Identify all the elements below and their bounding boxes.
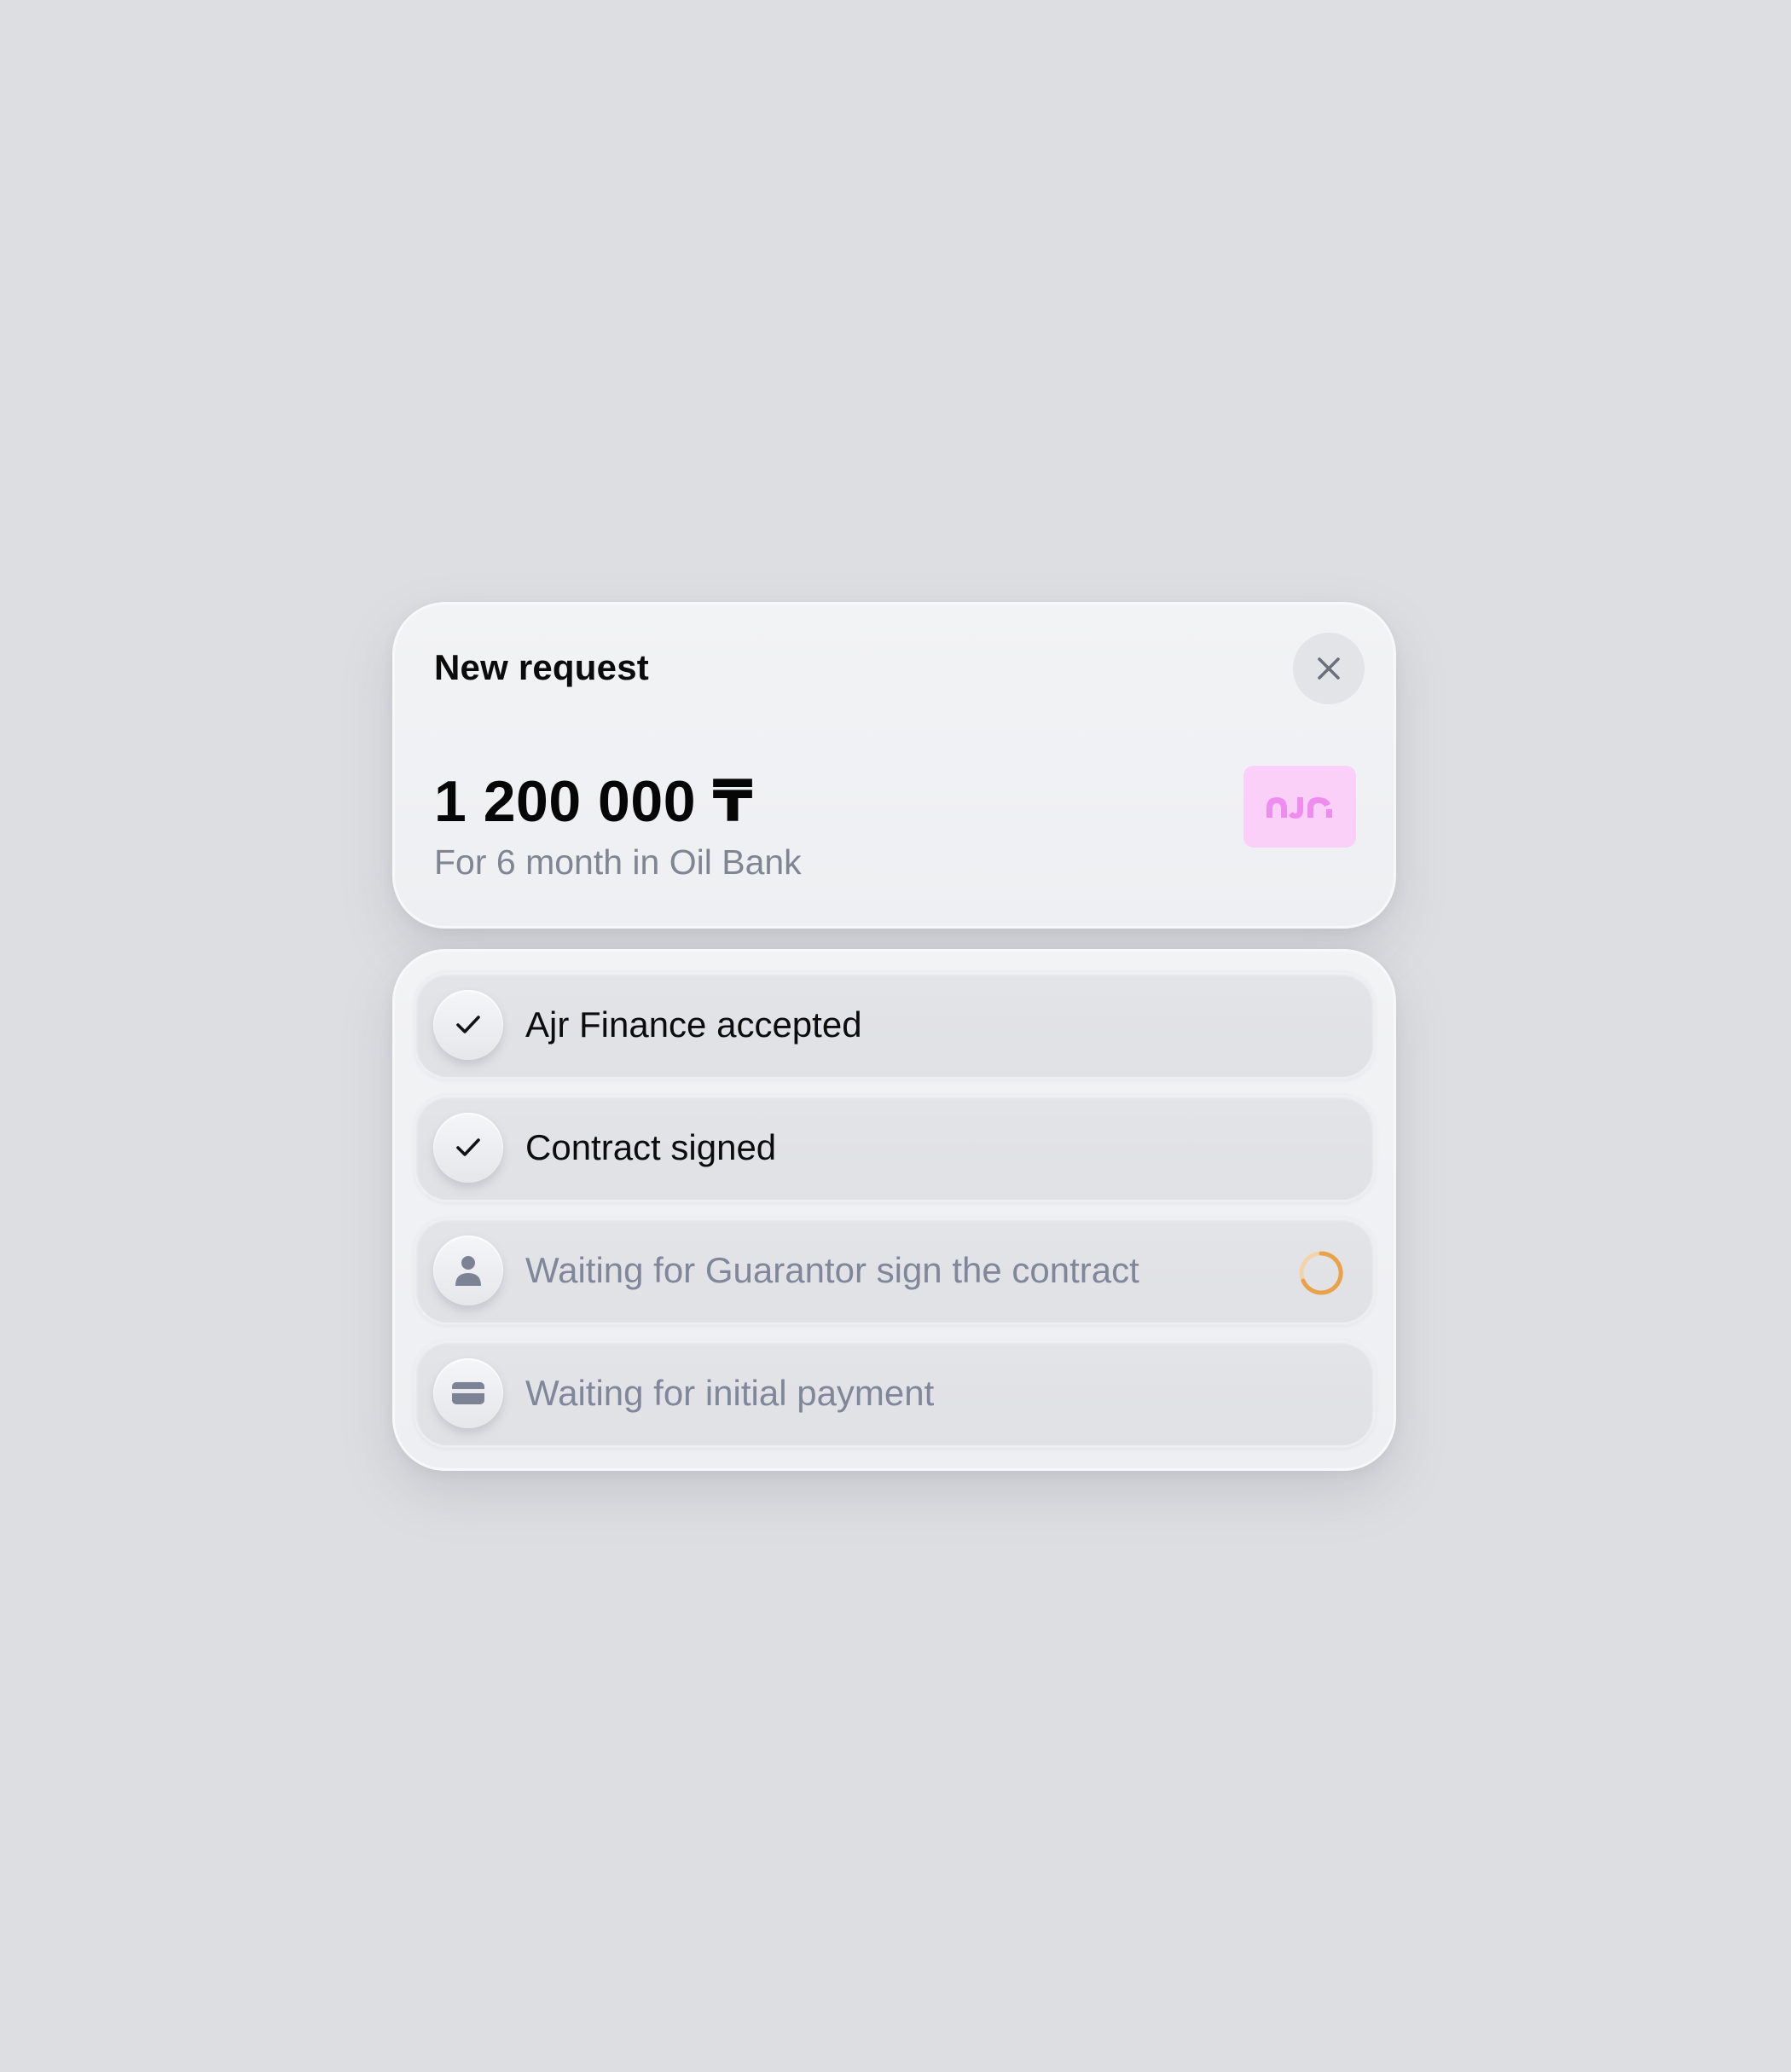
step-label: Contract signed [525, 1127, 777, 1167]
step-status-indicator [433, 1358, 503, 1428]
step-label: Waiting for Guarantor sign the contract [525, 1250, 1139, 1290]
person-icon [455, 1256, 481, 1286]
steps-card: Ajr Finance accepted Contract signed Wai… [392, 949, 1396, 1471]
request-card: New request 1 200 000 ₸ For 6 month in O… [392, 602, 1396, 929]
step-status-indicator [433, 1236, 503, 1305]
check-icon [456, 1138, 480, 1156]
step-status-indicator [433, 990, 503, 1060]
loan-subtitle: For 6 month in Oil Bank [434, 842, 802, 882]
loan-amount: 1 200 000 ₸ [434, 769, 754, 834]
credit-card-icon [452, 1382, 484, 1404]
close-icon [1318, 657, 1340, 680]
step-label: Ajr Finance accepted [525, 1004, 862, 1045]
step-status-indicator [433, 1113, 503, 1183]
ajr-logo-mark [1266, 797, 1332, 819]
step-ajr-finance-accepted: Ajr Finance accepted [414, 970, 1376, 1079]
check-icon [456, 1016, 480, 1033]
close-button[interactable] [1293, 633, 1365, 704]
step-contract-signed: Contract signed [414, 1093, 1376, 1202]
step-initial-payment: Waiting for initial payment [414, 1339, 1376, 1448]
loading-spinner-icon [1299, 1251, 1343, 1295]
step-guarantor-sign: Waiting for Guarantor sign the contract [414, 1216, 1376, 1325]
ajr-logo [1243, 766, 1356, 848]
request-title: New request [434, 647, 649, 687]
step-label: Waiting for initial payment [525, 1373, 935, 1413]
